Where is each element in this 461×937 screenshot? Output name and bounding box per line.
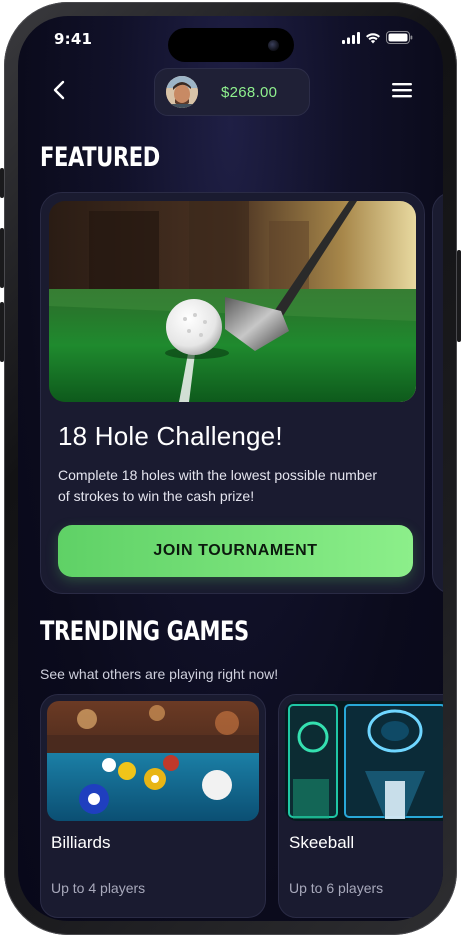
next-featured-card[interactable] [432,192,443,594]
app-screen: 9:41 $268.00 FEATURED 18 Hole Challenge!… [18,16,443,921]
billiards-image [47,701,259,821]
avatar-photo [166,76,198,108]
power-button [457,250,461,342]
featured-title: 18 Hole Challenge! [58,421,283,451]
front-camera [268,40,279,51]
mini-golf-image [49,201,416,402]
battery-icon [386,31,413,44]
featured-description: Complete 18 holes with the lowest possib… [58,467,378,504]
join-tournament-button[interactable]: JOIN TOURNAMENT [58,525,413,577]
wallet-balance-pill[interactable]: $268.00 [154,68,310,116]
back-chevron-icon[interactable] [48,78,72,102]
game-players: Up to 6 players [289,880,384,896]
volume-up-button [0,228,4,288]
skeeball-image [285,701,443,821]
featured-heading: FEATURED [40,142,160,173]
mute-switch [0,168,4,198]
wifi-icon [366,32,380,43]
trending-subtitle: See what others are playing right now! [40,666,279,682]
cellular-signal-icon [342,31,360,44]
volume-down-button [0,302,4,362]
avatar[interactable] [166,76,198,108]
balance-amount: $268.00 [221,84,278,101]
hamburger-menu-icon[interactable] [391,80,413,100]
game-card-billiards[interactable]: Billiards Up to 4 players [40,694,266,918]
game-name: Billiards [51,833,111,852]
featured-card[interactable]: 18 Hole Challenge! Complete 18 holes wit… [40,192,425,594]
trending-heading: TRENDING GAMES [40,616,249,647]
game-card-skeeball[interactable]: Skeeball Up to 6 players [278,694,443,918]
game-name: Skeeball [289,833,355,852]
status-icons [342,31,413,44]
game-players: Up to 4 players [51,880,146,896]
status-time: 9:41 [54,30,93,48]
